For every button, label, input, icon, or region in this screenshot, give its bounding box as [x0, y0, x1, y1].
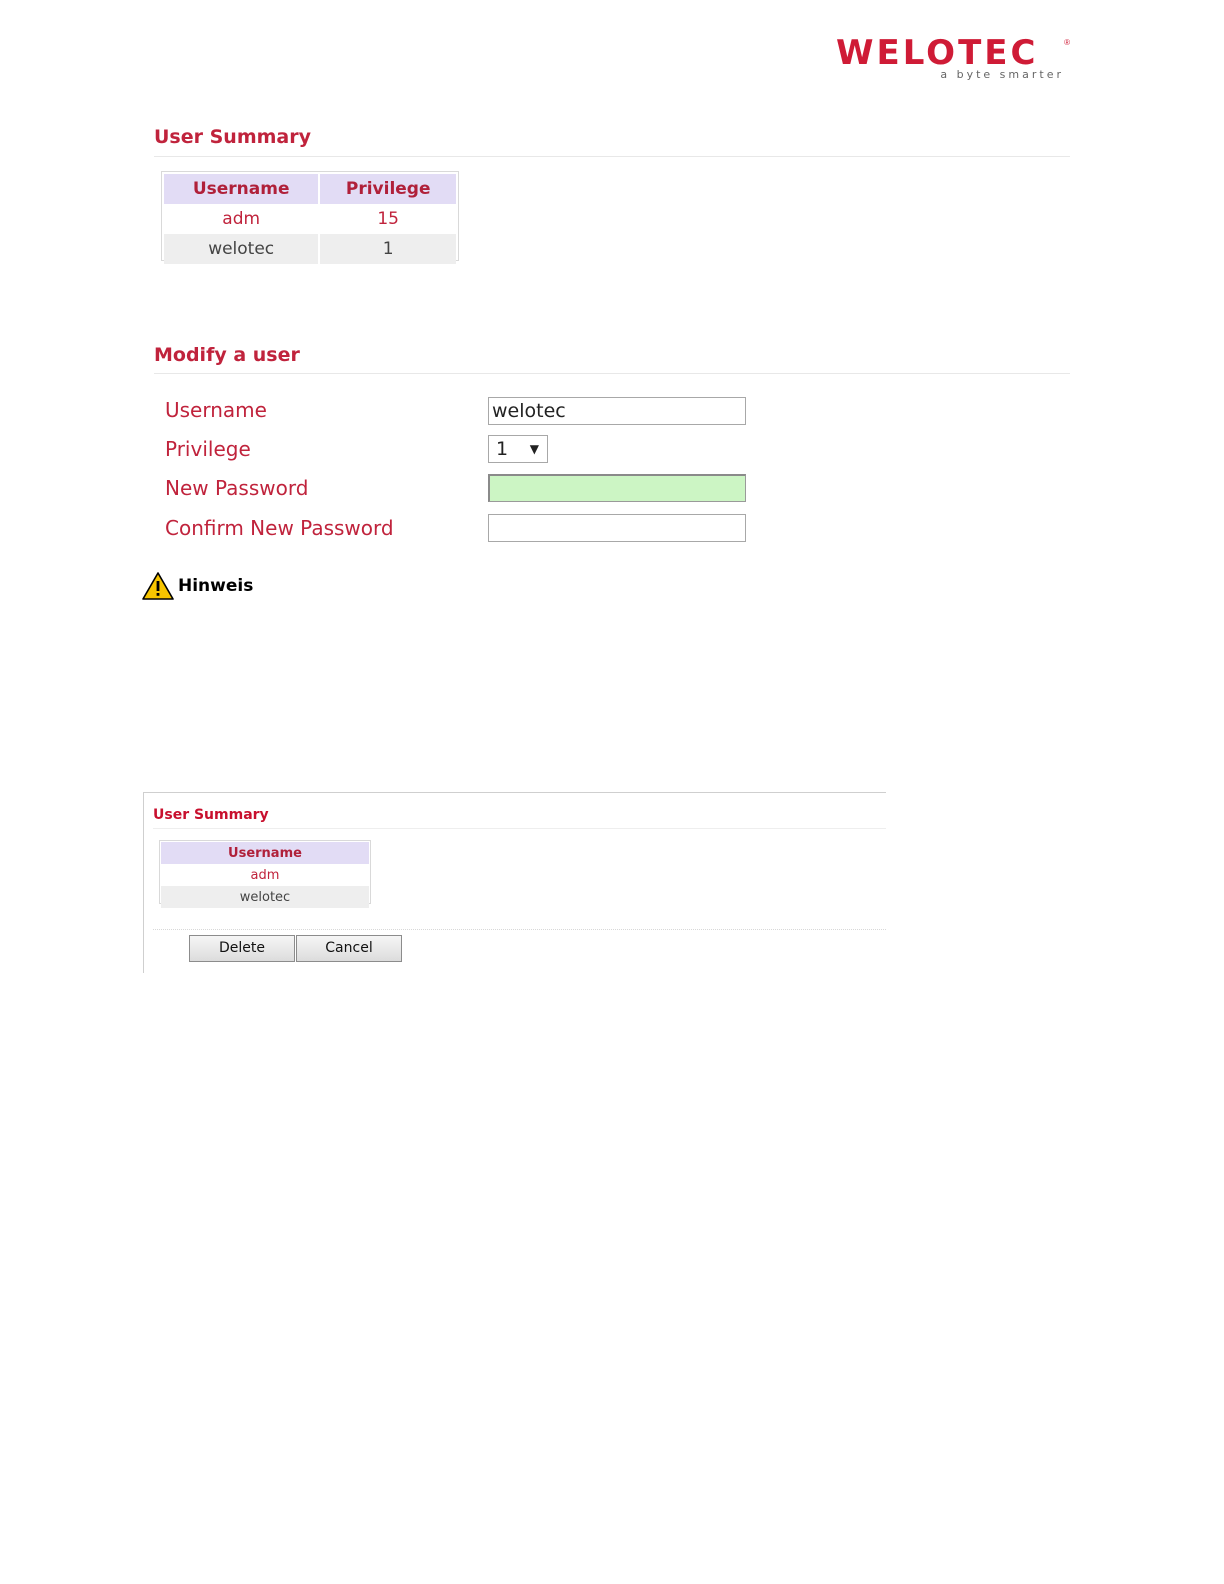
cell-privilege: 15 — [319, 204, 456, 234]
modify-user-title: Modify a user — [154, 344, 300, 366]
privilege-label: Privilege — [165, 437, 251, 461]
delete-button[interactable]: Delete — [189, 935, 295, 962]
new-password-label: New Password — [165, 476, 309, 500]
delete-user-panel: User Summary Username adm welotec Delete… — [143, 792, 886, 973]
column-header-username: Username — [161, 842, 369, 864]
welotec-logo: WELOTEC ® a byte smarter — [836, 36, 1072, 86]
cell-username[interactable]: adm — [164, 204, 321, 234]
user-summary-table: Username Privilege adm 15 welotec 1 — [161, 171, 459, 264]
table-header-row: Username Privilege — [164, 174, 456, 204]
cancel-button[interactable]: Cancel — [296, 935, 402, 962]
column-header-privilege: Privilege — [319, 174, 456, 204]
username-label: Username — [165, 398, 267, 422]
table-row[interactable]: adm 15 — [164, 204, 456, 234]
privilege-select[interactable]: 1 ▼ — [488, 435, 548, 463]
confirm-password-input[interactable] — [488, 514, 746, 542]
logo-registered-mark: ® — [1064, 38, 1070, 47]
new-password-input[interactable] — [488, 474, 746, 502]
cell-username[interactable]: welotec — [164, 234, 321, 264]
delete-panel-title: User Summary — [153, 807, 269, 823]
privilege-selected-value: 1 — [496, 438, 509, 460]
button-bar-divider — [153, 929, 886, 930]
table-row[interactable]: welotec — [161, 886, 369, 908]
cell-username[interactable]: adm — [161, 864, 369, 886]
logo-wordmark: WELOTEC — [836, 33, 1039, 73]
dropdown-arrow-icon: ▼ — [529, 442, 539, 456]
table-row[interactable]: adm — [161, 864, 369, 886]
cell-username[interactable]: welotec — [161, 886, 369, 908]
hinweis-label: Hinweis — [178, 576, 254, 596]
logo-tagline: a byte smarter — [940, 68, 1064, 81]
warning-icon — [142, 572, 174, 600]
cell-privilege: 1 — [319, 234, 456, 264]
username-input[interactable]: welotec — [488, 397, 746, 425]
modify-user-divider — [154, 373, 1070, 374]
confirm-password-label: Confirm New Password — [165, 516, 394, 540]
delete-panel-divider — [153, 828, 886, 829]
column-header-username: Username — [164, 174, 321, 204]
table-header-row: Username — [161, 842, 369, 864]
delete-user-table: Username adm welotec — [159, 840, 371, 908]
user-summary-divider — [154, 156, 1070, 157]
user-summary-title: User Summary — [154, 126, 311, 148]
table-row[interactable]: welotec 1 — [164, 234, 456, 264]
